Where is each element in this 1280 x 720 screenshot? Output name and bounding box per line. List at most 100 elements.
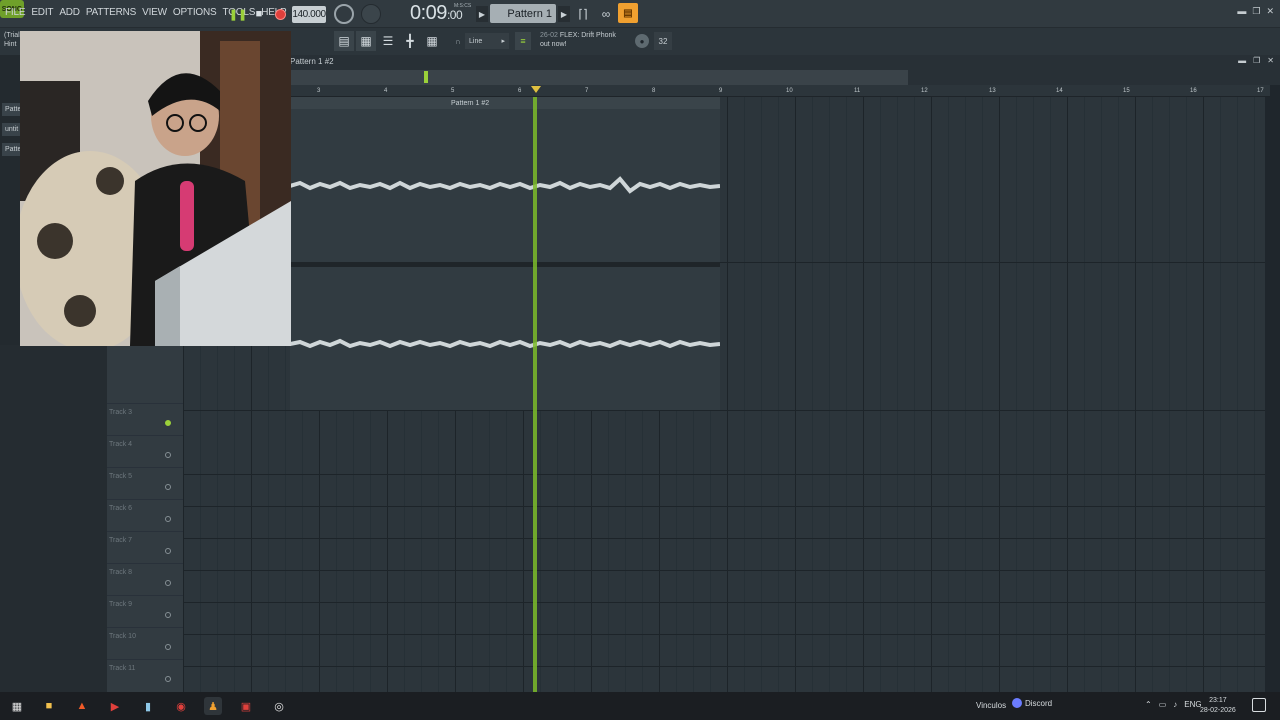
minimize-icon[interactable]: ▬ <box>1237 6 1246 17</box>
track-header[interactable]: Track 10 <box>107 627 183 659</box>
track-header[interactable]: Track 5 <box>107 467 183 499</box>
playlist-grid[interactable]: Pattern 1 #2 <box>183 97 1265 692</box>
discord-icon <box>1012 698 1022 708</box>
pattern-selector[interactable]: Pattern 1 <box>490 4 556 23</box>
track-name: Track 7 <box>109 537 133 544</box>
pattern-add-icon[interactable]: ▶ <box>558 6 570 22</box>
close-icon[interactable]: ✕ <box>1266 6 1274 17</box>
track-mute-icon[interactable] <box>165 548 171 554</box>
news-line-2: out now! <box>540 41 567 48</box>
playlist-minimize-icon[interactable]: ▬ <box>1238 56 1246 65</box>
menu-options[interactable]: OPTIONS <box>173 7 217 18</box>
piano-roll-icon[interactable]: ▦ <box>356 31 376 51</box>
menu-edit[interactable]: EDIT <box>31 7 53 18</box>
track-name: Track 3 <box>109 409 133 416</box>
taskbar-links[interactable]: Vinculos <box>976 701 1006 710</box>
menu-file[interactable]: FILE <box>5 7 26 18</box>
track-header[interactable]: Track 3 <box>107 403 183 435</box>
waveform-icon[interactable]: ⌈⌉ <box>573 4 593 23</box>
volume-icon[interactable]: ♪ <box>1173 700 1177 709</box>
stop-icon[interactable]: ■ <box>249 5 269 23</box>
horizontal-scrollbar[interactable] <box>290 70 908 85</box>
browser-icon[interactable]: ▤ <box>618 3 638 23</box>
menu-patterns[interactable]: PATTERNS <box>86 7 136 18</box>
track-mute-icon[interactable] <box>165 452 171 458</box>
wait-input-icon[interactable] <box>361 4 381 24</box>
mixer-icon[interactable]: ╋ <box>400 31 420 51</box>
news-icon[interactable]: ≡ <box>515 32 531 50</box>
restore-icon[interactable]: ❐ <box>1252 6 1260 17</box>
news-line-1: FLEX: Drift Phonk <box>559 32 616 39</box>
network-icon[interactable]: ▭ <box>1159 700 1167 709</box>
fl-studio-icon[interactable]: ♟ <box>204 697 222 715</box>
playlist-icon[interactable]: ▤ <box>334 31 354 51</box>
media-player-icon[interactable]: ▶ <box>106 697 124 715</box>
file-explorer-icon[interactable]: ■ <box>40 697 58 715</box>
ruler-tick: 3 <box>317 88 321 94</box>
globe-icon[interactable]: ● <box>635 34 649 48</box>
audio-clip[interactable] <box>290 97 720 410</box>
notification-icon[interactable] <box>1252 698 1266 712</box>
language-indicator[interactable]: ENG <box>1184 700 1201 709</box>
pattern-prev-icon[interactable]: ▶ <box>476 6 488 22</box>
track-headers: Track 3 Track 4 Track 5 Track 6 Track 7 Track… <box>0 345 183 692</box>
metronome-icon[interactable] <box>334 4 354 24</box>
track-header[interactable]: Track 7 <box>107 531 183 563</box>
scrollbar-thumb[interactable] <box>424 71 428 83</box>
link-icon[interactable]: ∞ <box>596 4 616 23</box>
browser-tab[interactable]: Patte <box>2 143 22 156</box>
snap-value: Line <box>469 37 483 45</box>
menu-add[interactable]: ADD <box>59 7 80 18</box>
pause-icon[interactable]: ❚❚ <box>228 5 248 23</box>
grid-hline <box>183 410 1265 411</box>
notes-icon[interactable]: ▮ <box>139 697 157 715</box>
grid-hline <box>183 666 1265 667</box>
track-header[interactable]: Track 4 <box>107 435 183 467</box>
menu-view[interactable]: VIEW <box>142 7 167 18</box>
ruler-tick: 7 <box>585 88 589 94</box>
track-mute-icon[interactable] <box>165 644 171 650</box>
webcam-overlay <box>20 31 291 346</box>
brave-icon[interactable]: ▲ <box>73 697 91 715</box>
playhead-line <box>533 97 537 692</box>
track-header[interactable]: Track 9 <box>107 595 183 627</box>
track-header[interactable]: Track 6 <box>107 499 183 531</box>
system-clock[interactable]: 23:17 28-02-2026 <box>1200 696 1236 716</box>
magnet-icon: ∩ <box>455 37 461 46</box>
channel-rack-icon[interactable]: ☰ <box>378 31 398 51</box>
news-ticker[interactable]: 26-02 FLEX: Drift Phonk out now! <box>540 31 616 49</box>
fl-studio-window: FILE EDIT ADD PATTERNS VIEW OPTIONS TOOL… <box>0 0 1280 720</box>
track-mute-icon[interactable] <box>165 676 171 682</box>
track-mute-icon[interactable] <box>165 580 171 586</box>
playlist-restore-icon[interactable]: ❐ <box>1253 56 1260 65</box>
track-header[interactable]: Track 8 <box>107 563 183 595</box>
chrome-icon[interactable]: ◉ <box>172 697 190 715</box>
track-mute-icon[interactable] <box>165 612 171 618</box>
taskbar-discord[interactable]: Discord <box>1012 698 1052 708</box>
tempo-display[interactable]: 140.000 <box>292 6 326 23</box>
track-mute-icon[interactable] <box>165 420 171 426</box>
ruler-tick: 6 <box>518 88 522 94</box>
timeline-ruler[interactable]: 3 4 5 6 7 8 9 10 11 12 13 14 15 16 17 <box>290 85 1270 97</box>
track-header[interactable]: Track 11 <box>107 659 183 691</box>
windows-start-icon[interactable]: ▦ <box>8 697 26 715</box>
record-icon[interactable] <box>270 5 290 23</box>
windows-taskbar: ▦ ■ ▲ ▶ ▮ ◉ ♟ ▣ ◎ Vinculos Discord ⌃ ▭ ♪… <box>0 692 1280 720</box>
playhead-marker[interactable] <box>531 86 541 93</box>
snap-selector[interactable]: Line ▸ <box>465 33 509 49</box>
track-name: Track 11 <box>109 665 136 672</box>
browser-tab[interactable]: untit <box>2 123 22 136</box>
browser-tab[interactable]: Patte <box>2 103 22 116</box>
track-name: Track 10 <box>109 633 136 640</box>
news-date: 26-02 <box>540 32 558 39</box>
plugin-icon[interactable]: ▦ <box>422 31 442 51</box>
playlist-close-icon[interactable]: ✕ <box>1267 56 1274 65</box>
ruler-tick: 16 <box>1190 88 1197 94</box>
track-mute-icon[interactable] <box>165 516 171 522</box>
obs-icon[interactable]: ◎ <box>270 697 288 715</box>
clip-header[interactable] <box>290 97 720 109</box>
voicemeeter-icon[interactable]: ▣ <box>237 697 255 715</box>
dropdown-arrow-icon: ▸ <box>501 38 505 45</box>
chevron-up-icon[interactable]: ⌃ <box>1145 700 1152 709</box>
track-mute-icon[interactable] <box>165 484 171 490</box>
